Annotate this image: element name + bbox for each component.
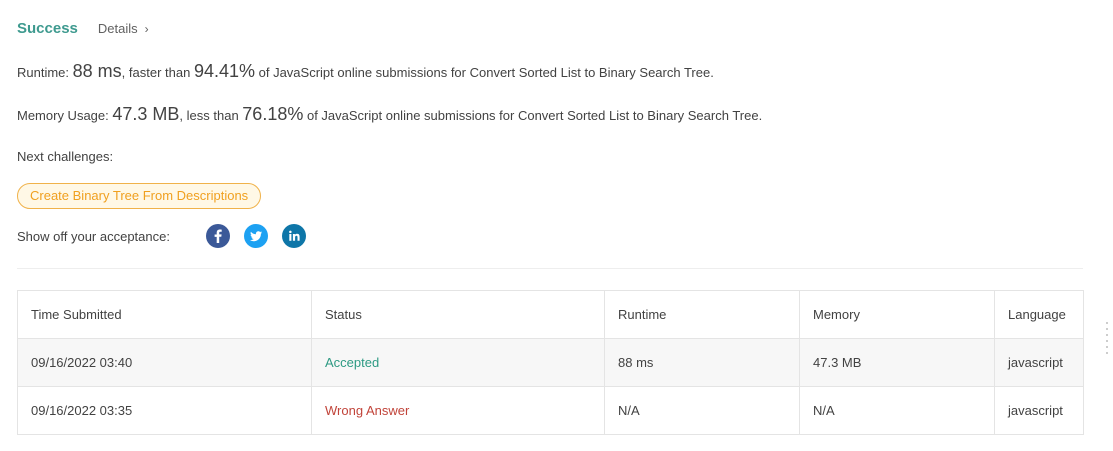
share-label: Show off your acceptance: bbox=[17, 228, 170, 244]
memory-mid: , less than bbox=[179, 108, 243, 123]
runtime-stat: Runtime: 88 ms, faster than 94.41% of Ja… bbox=[17, 61, 714, 82]
runtime-suffix: of JavaScript online submissions for Con… bbox=[255, 65, 714, 80]
cell-time: 09/16/2022 03:40 bbox=[17, 338, 312, 387]
cell-language: javascript bbox=[994, 386, 1084, 435]
resize-handle[interactable] bbox=[1106, 322, 1110, 354]
memory-stat: Memory Usage: 47.3 MB, less than 76.18% … bbox=[17, 104, 762, 125]
grip-dot bbox=[1106, 322, 1108, 324]
memory-value: 47.3 MB bbox=[112, 104, 180, 124]
grip-dot bbox=[1106, 340, 1108, 342]
linkedin-icon[interactable] bbox=[282, 224, 306, 248]
table-header-row: Time Submitted Status Runtime Memory Lan… bbox=[17, 290, 1084, 339]
twitter-icon[interactable] bbox=[244, 224, 268, 248]
submissions-table: Time Submitted Status Runtime Memory Lan… bbox=[17, 290, 1084, 435]
cell-time: 09/16/2022 03:35 bbox=[17, 386, 312, 435]
header-language[interactable]: Language bbox=[994, 290, 1084, 339]
section-divider bbox=[17, 268, 1083, 269]
runtime-label: Runtime: bbox=[17, 65, 73, 80]
header-time-submitted[interactable]: Time Submitted bbox=[17, 290, 312, 339]
table-row[interactable]: 09/16/2022 03:35 Wrong Answer N/A N/A ja… bbox=[17, 386, 1084, 435]
cell-status-link[interactable]: Wrong Answer bbox=[311, 386, 605, 435]
details-link[interactable]: Details › bbox=[98, 21, 149, 36]
share-row: Show off your acceptance: bbox=[17, 224, 320, 248]
runtime-percent: 94.41% bbox=[193, 61, 255, 81]
cell-language: javascript bbox=[994, 338, 1084, 387]
result-status: Success bbox=[17, 20, 78, 37]
next-challenges-label: Next challenges: bbox=[17, 149, 114, 164]
cell-memory: 47.3 MB bbox=[799, 338, 995, 387]
header-status[interactable]: Status bbox=[311, 290, 605, 339]
details-label: Details bbox=[97, 21, 138, 36]
memory-suffix: of JavaScript online submissions for Con… bbox=[303, 108, 763, 123]
grip-dot bbox=[1106, 328, 1108, 330]
facebook-icon[interactable] bbox=[206, 224, 230, 248]
grip-dot bbox=[1106, 352, 1108, 354]
chevron-right-icon: › bbox=[144, 22, 149, 36]
header-memory[interactable]: Memory bbox=[799, 290, 995, 339]
cell-runtime: 88 ms bbox=[604, 338, 800, 387]
cell-status-link[interactable]: Accepted bbox=[311, 338, 605, 387]
header-runtime[interactable]: Runtime bbox=[604, 290, 800, 339]
runtime-value: 88 ms bbox=[72, 61, 122, 81]
table-row[interactable]: 09/16/2022 03:40 Accepted 88 ms 47.3 MB … bbox=[17, 338, 1084, 387]
cell-runtime: N/A bbox=[604, 386, 800, 435]
runtime-mid: , faster than bbox=[121, 65, 194, 80]
grip-dot bbox=[1106, 346, 1108, 348]
result-header: Success Details › bbox=[17, 20, 149, 37]
memory-label: Memory Usage: bbox=[17, 108, 113, 123]
grip-dot bbox=[1106, 334, 1108, 336]
memory-percent: 76.18% bbox=[242, 104, 304, 124]
cell-memory: N/A bbox=[799, 386, 995, 435]
next-challenge-button[interactable]: Create Binary Tree From Descriptions bbox=[17, 183, 262, 209]
